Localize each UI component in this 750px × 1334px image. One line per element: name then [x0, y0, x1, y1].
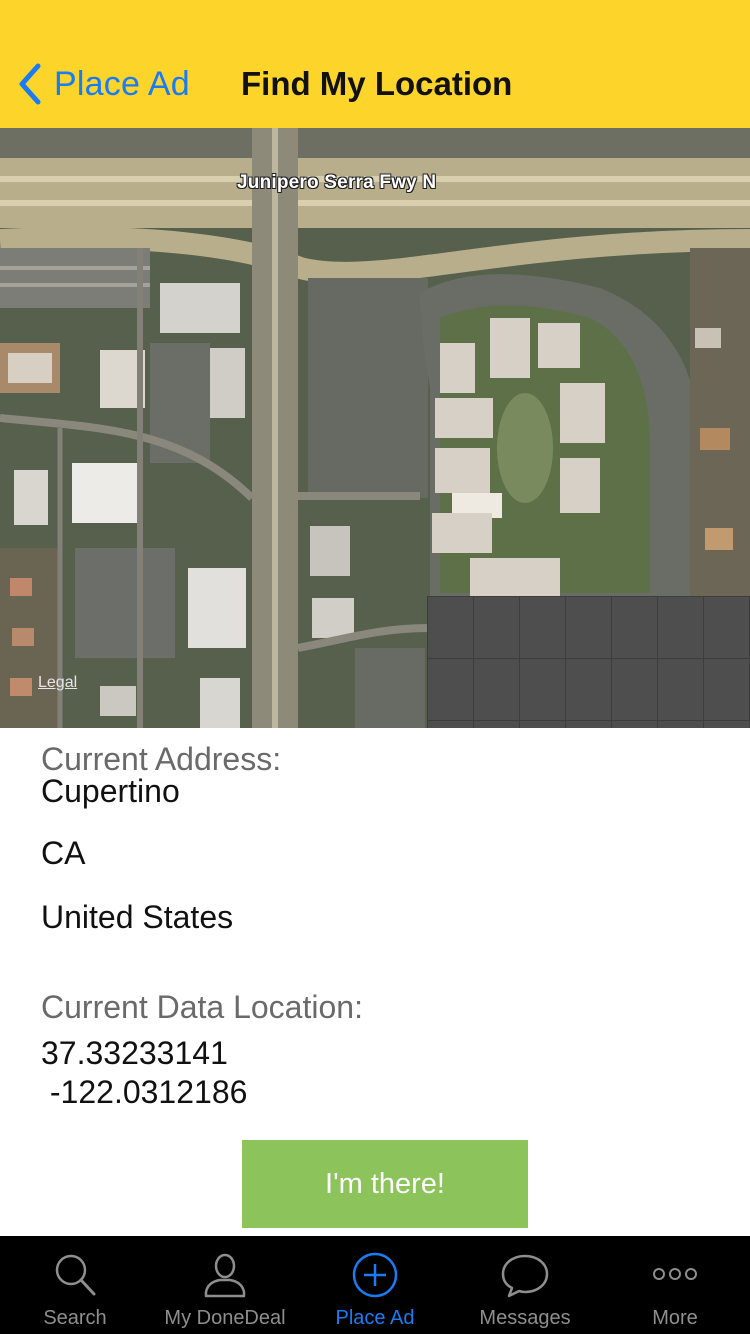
tab-label: Search: [43, 1307, 107, 1329]
legal-link[interactable]: Legal: [38, 674, 77, 692]
navigation-bar: Place Ad Find My Location: [0, 0, 750, 128]
map-loading-tiles: [427, 596, 750, 728]
search-icon: [55, 1254, 96, 1296]
tab-label: Messages: [479, 1307, 571, 1329]
address-city: Cupertino: [41, 773, 180, 809]
longitude-value: -122.0312186: [41, 1074, 248, 1110]
tab-more[interactable]: More: [600, 1236, 750, 1334]
tab-label: My DoneDeal: [164, 1307, 286, 1329]
tab-label: More: [652, 1307, 698, 1329]
chat-bubble-icon: [501, 1254, 549, 1298]
back-button[interactable]: Place Ad: [16, 60, 190, 108]
person-icon: [204, 1253, 246, 1298]
current-location-heading: Current Data Location:: [41, 989, 363, 1025]
address-country: United States: [41, 899, 234, 935]
im-there-button[interactable]: I'm there!: [242, 1140, 528, 1228]
tab-messages[interactable]: Messages: [450, 1236, 600, 1334]
plus-circle-icon: [352, 1252, 398, 1298]
tab-search[interactable]: Search: [0, 1236, 150, 1334]
page-title: Find My Location: [241, 65, 513, 102]
road-label: Junipero Serra Fwy N: [237, 172, 437, 193]
tab-my-donedeal[interactable]: My DoneDeal: [150, 1236, 300, 1334]
tab-bar: Search My DoneDeal Place Ad Messages Mor…: [0, 1236, 750, 1334]
satellite-map[interactable]: Junipero Serra Fwy N Legal: [0, 128, 750, 728]
chevron-left-icon: [19, 63, 41, 105]
tab-place-ad[interactable]: Place Ad: [300, 1236, 450, 1334]
back-button-label: Place Ad: [54, 64, 190, 103]
latitude-value: 37.33233141: [41, 1035, 228, 1071]
address-state: CA: [41, 835, 86, 871]
more-dots-icon: [653, 1268, 697, 1280]
tab-label: Place Ad: [335, 1307, 415, 1329]
